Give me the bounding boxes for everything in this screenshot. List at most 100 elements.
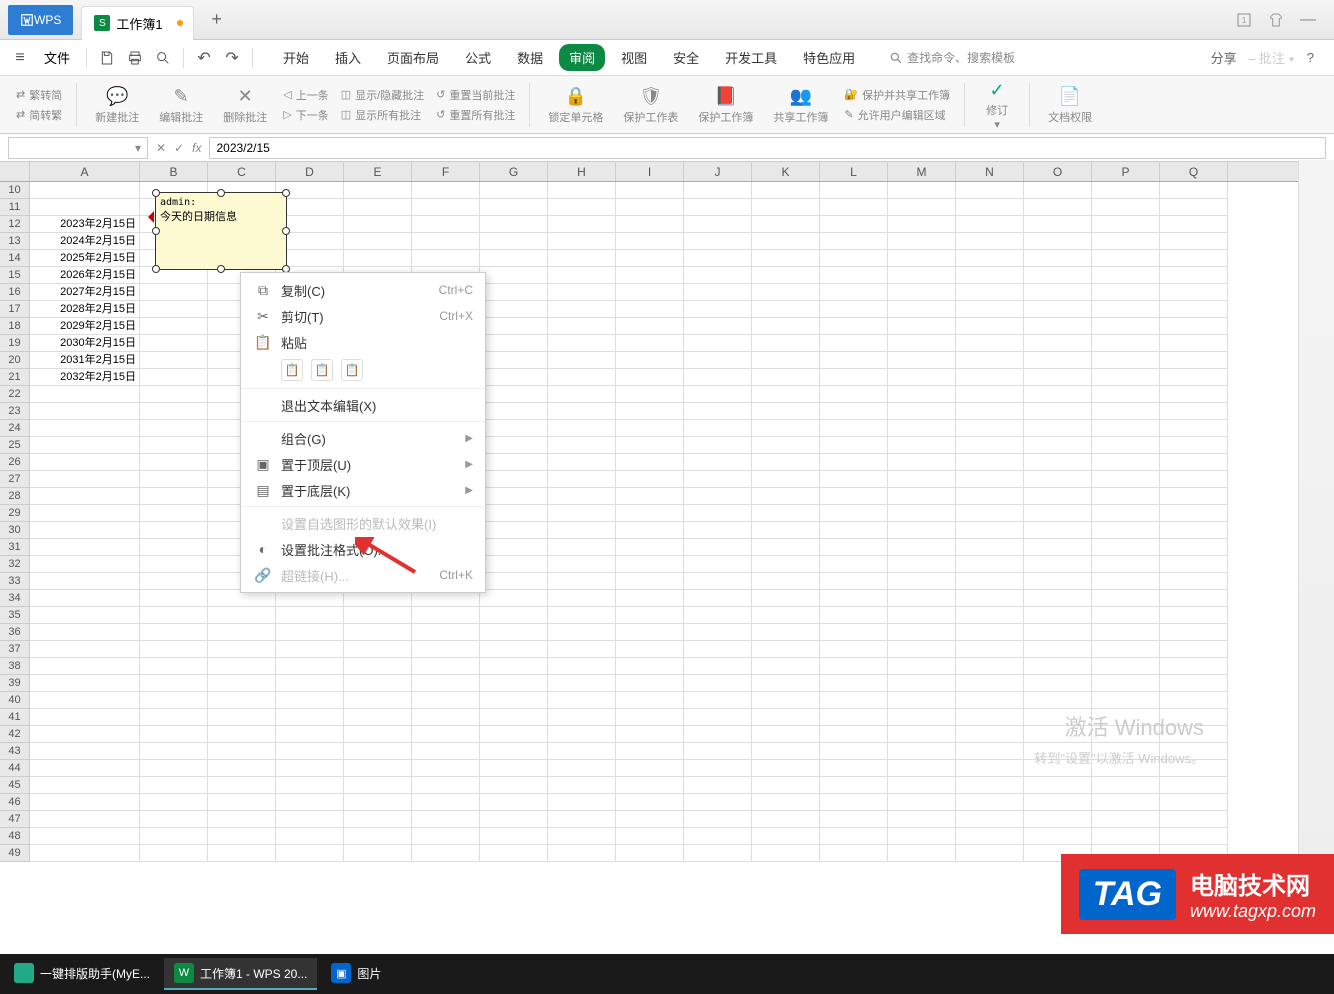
col-header-B[interactable]: B bbox=[140, 162, 208, 181]
cell-J31[interactable] bbox=[684, 539, 752, 556]
name-box[interactable]: ▾ bbox=[8, 137, 148, 159]
cell-P18[interactable] bbox=[1092, 318, 1160, 335]
cell-F43[interactable] bbox=[412, 743, 480, 760]
cell-I23[interactable] bbox=[616, 403, 684, 420]
cell-P37[interactable] bbox=[1092, 641, 1160, 658]
cell-J17[interactable] bbox=[684, 301, 752, 318]
cell-I39[interactable] bbox=[616, 675, 684, 692]
cell-H11[interactable] bbox=[548, 199, 616, 216]
cell-A42[interactable] bbox=[30, 726, 140, 743]
cell-L36[interactable] bbox=[820, 624, 888, 641]
cell-A11[interactable] bbox=[30, 199, 140, 216]
cell-G35[interactable] bbox=[480, 607, 548, 624]
comment-box[interactable]: admin: 今天的日期信息 bbox=[155, 192, 287, 270]
cell-I21[interactable] bbox=[616, 369, 684, 386]
cell-M44[interactable] bbox=[888, 760, 956, 777]
cell-G26[interactable] bbox=[480, 454, 548, 471]
cell-L31[interactable] bbox=[820, 539, 888, 556]
cell-P13[interactable] bbox=[1092, 233, 1160, 250]
cell-H46[interactable] bbox=[548, 794, 616, 811]
cell-L22[interactable] bbox=[820, 386, 888, 403]
cell-L30[interactable] bbox=[820, 522, 888, 539]
task-wps[interactable]: W 工作簿1 - WPS 20... bbox=[164, 958, 317, 990]
cell-P27[interactable] bbox=[1092, 471, 1160, 488]
row-header-13[interactable]: 13 bbox=[0, 233, 30, 250]
cell-B21[interactable] bbox=[140, 369, 208, 386]
menu-tab-特色应用[interactable]: 特色应用 bbox=[793, 44, 865, 71]
cell-Q46[interactable] bbox=[1160, 794, 1228, 811]
cell-G14[interactable] bbox=[480, 250, 548, 267]
row-header-38[interactable]: 38 bbox=[0, 658, 30, 675]
cell-N41[interactable] bbox=[956, 709, 1024, 726]
cell-G29[interactable] bbox=[480, 505, 548, 522]
protect-share-book[interactable]: 🔐保护并共享工作簿 bbox=[840, 86, 954, 104]
cell-J49[interactable] bbox=[684, 845, 752, 862]
cell-K26[interactable] bbox=[752, 454, 820, 471]
cell-M33[interactable] bbox=[888, 573, 956, 590]
cell-P31[interactable] bbox=[1092, 539, 1160, 556]
cell-L27[interactable] bbox=[820, 471, 888, 488]
cell-I41[interactable] bbox=[616, 709, 684, 726]
cell-K18[interactable] bbox=[752, 318, 820, 335]
cell-M41[interactable] bbox=[888, 709, 956, 726]
cell-E39[interactable] bbox=[344, 675, 412, 692]
cell-O45[interactable] bbox=[1024, 777, 1092, 794]
cell-O24[interactable] bbox=[1024, 420, 1092, 437]
menu-tab-数据[interactable]: 数据 bbox=[507, 44, 553, 71]
paste-option-3[interactable]: 📋 bbox=[341, 359, 363, 381]
cell-G34[interactable] bbox=[480, 590, 548, 607]
col-header-G[interactable]: G bbox=[480, 162, 548, 181]
row-header-16[interactable]: 16 bbox=[0, 284, 30, 301]
cell-P24[interactable] bbox=[1092, 420, 1160, 437]
cell-A15[interactable]: 2026年2月15日 bbox=[30, 267, 140, 284]
cell-J30[interactable] bbox=[684, 522, 752, 539]
cell-I20[interactable] bbox=[616, 352, 684, 369]
ctx-exit-text-edit[interactable]: 退出文本编辑(X) bbox=[241, 392, 485, 418]
row-header-10[interactable]: 10 bbox=[0, 182, 30, 199]
cell-K48[interactable] bbox=[752, 828, 820, 845]
cell-O26[interactable] bbox=[1024, 454, 1092, 471]
cell-M28[interactable] bbox=[888, 488, 956, 505]
cell-N20[interactable] bbox=[956, 352, 1024, 369]
cell-Q35[interactable] bbox=[1160, 607, 1228, 624]
cell-F12[interactable] bbox=[412, 216, 480, 233]
cell-J45[interactable] bbox=[684, 777, 752, 794]
cell-A34[interactable] bbox=[30, 590, 140, 607]
cell-F35[interactable] bbox=[412, 607, 480, 624]
cell-F40[interactable] bbox=[412, 692, 480, 709]
cell-M18[interactable] bbox=[888, 318, 956, 335]
cell-L40[interactable] bbox=[820, 692, 888, 709]
cell-F14[interactable] bbox=[412, 250, 480, 267]
cell-G11[interactable] bbox=[480, 199, 548, 216]
ctx-paste[interactable]: 📋 粘贴 bbox=[241, 329, 485, 355]
cell-I17[interactable] bbox=[616, 301, 684, 318]
cell-H19[interactable] bbox=[548, 335, 616, 352]
cell-A39[interactable] bbox=[30, 675, 140, 692]
cell-P34[interactable] bbox=[1092, 590, 1160, 607]
cell-J46[interactable] bbox=[684, 794, 752, 811]
cell-L13[interactable] bbox=[820, 233, 888, 250]
cell-O21[interactable] bbox=[1024, 369, 1092, 386]
cell-H47[interactable] bbox=[548, 811, 616, 828]
cell-H27[interactable] bbox=[548, 471, 616, 488]
cell-N47[interactable] bbox=[956, 811, 1024, 828]
row-header-44[interactable]: 44 bbox=[0, 760, 30, 777]
cell-Q13[interactable] bbox=[1160, 233, 1228, 250]
cell-N38[interactable] bbox=[956, 658, 1024, 675]
cell-O40[interactable] bbox=[1024, 692, 1092, 709]
cell-O15[interactable] bbox=[1024, 267, 1092, 284]
cell-O27[interactable] bbox=[1024, 471, 1092, 488]
row-header-45[interactable]: 45 bbox=[0, 777, 30, 794]
cell-N39[interactable] bbox=[956, 675, 1024, 692]
cell-N16[interactable] bbox=[956, 284, 1024, 301]
cell-O23[interactable] bbox=[1024, 403, 1092, 420]
cell-N44[interactable] bbox=[956, 760, 1024, 777]
col-header-E[interactable]: E bbox=[344, 162, 412, 181]
cell-J18[interactable] bbox=[684, 318, 752, 335]
cell-I44[interactable] bbox=[616, 760, 684, 777]
cell-P16[interactable] bbox=[1092, 284, 1160, 301]
cell-K20[interactable] bbox=[752, 352, 820, 369]
cell-D42[interactable] bbox=[276, 726, 344, 743]
fx-icon[interactable]: fx bbox=[192, 141, 201, 155]
cell-M15[interactable] bbox=[888, 267, 956, 284]
